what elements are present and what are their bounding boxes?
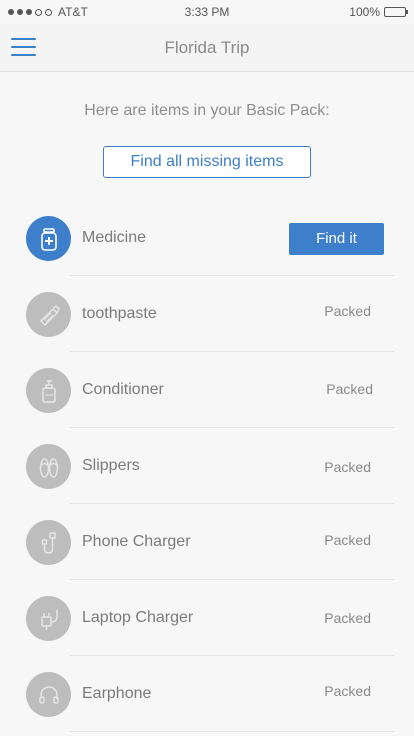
item-label: Conditioner (82, 381, 164, 398)
earphone-icon (26, 672, 71, 717)
toothpaste-icon (26, 292, 71, 337)
packed-status: Packed (324, 303, 371, 319)
packed-status: Packed (324, 459, 371, 475)
item-label: toothpaste (82, 305, 157, 322)
phone-charger-icon (26, 520, 71, 565)
item-label: Phone Charger (82, 533, 191, 550)
packed-status: Packed (324, 610, 371, 626)
item-label: Slippers (82, 457, 140, 474)
status-bar: AT&T 3:33 PM 100% (0, 0, 414, 24)
battery-icon (384, 7, 408, 17)
conditioner-bottle-icon (26, 368, 71, 413)
find-it-button[interactable]: Find it (289, 223, 384, 255)
intro-text: Here are items in your Basic Pack: (84, 102, 330, 119)
list-item-phone-charger: Phone Charger Packed (0, 504, 414, 580)
list-item-medicine: Medicine Find it (0, 200, 414, 276)
find-all-missing-button[interactable]: Find all missing items (103, 146, 311, 178)
item-label: Medicine (82, 229, 147, 246)
row-divider (70, 731, 394, 732)
page-title: Florida Trip (164, 38, 250, 57)
list-item-slippers: Slippers Packed (0, 428, 414, 504)
item-label: Laptop Charger (82, 609, 194, 626)
navigation-bar: Florida Trip (0, 24, 414, 72)
battery-percent: 100% (349, 5, 380, 19)
item-label: Earphone (82, 685, 152, 702)
battery-status: 100% (349, 5, 408, 19)
laptop-charger-icon (26, 596, 71, 641)
packed-status: Packed (324, 532, 371, 548)
list-item-conditioner: Conditioner Packed (0, 352, 414, 428)
slippers-icon (26, 444, 71, 489)
packed-status: Packed (326, 381, 373, 397)
packed-status: Packed (324, 683, 371, 699)
list-item-earphone: Earphone Packed (0, 656, 414, 732)
medicine-bottle-icon (26, 216, 71, 261)
list-item-laptop-charger: Laptop Charger Packed (0, 580, 414, 656)
list-item-toothpaste: toothpaste Packed (0, 276, 414, 352)
